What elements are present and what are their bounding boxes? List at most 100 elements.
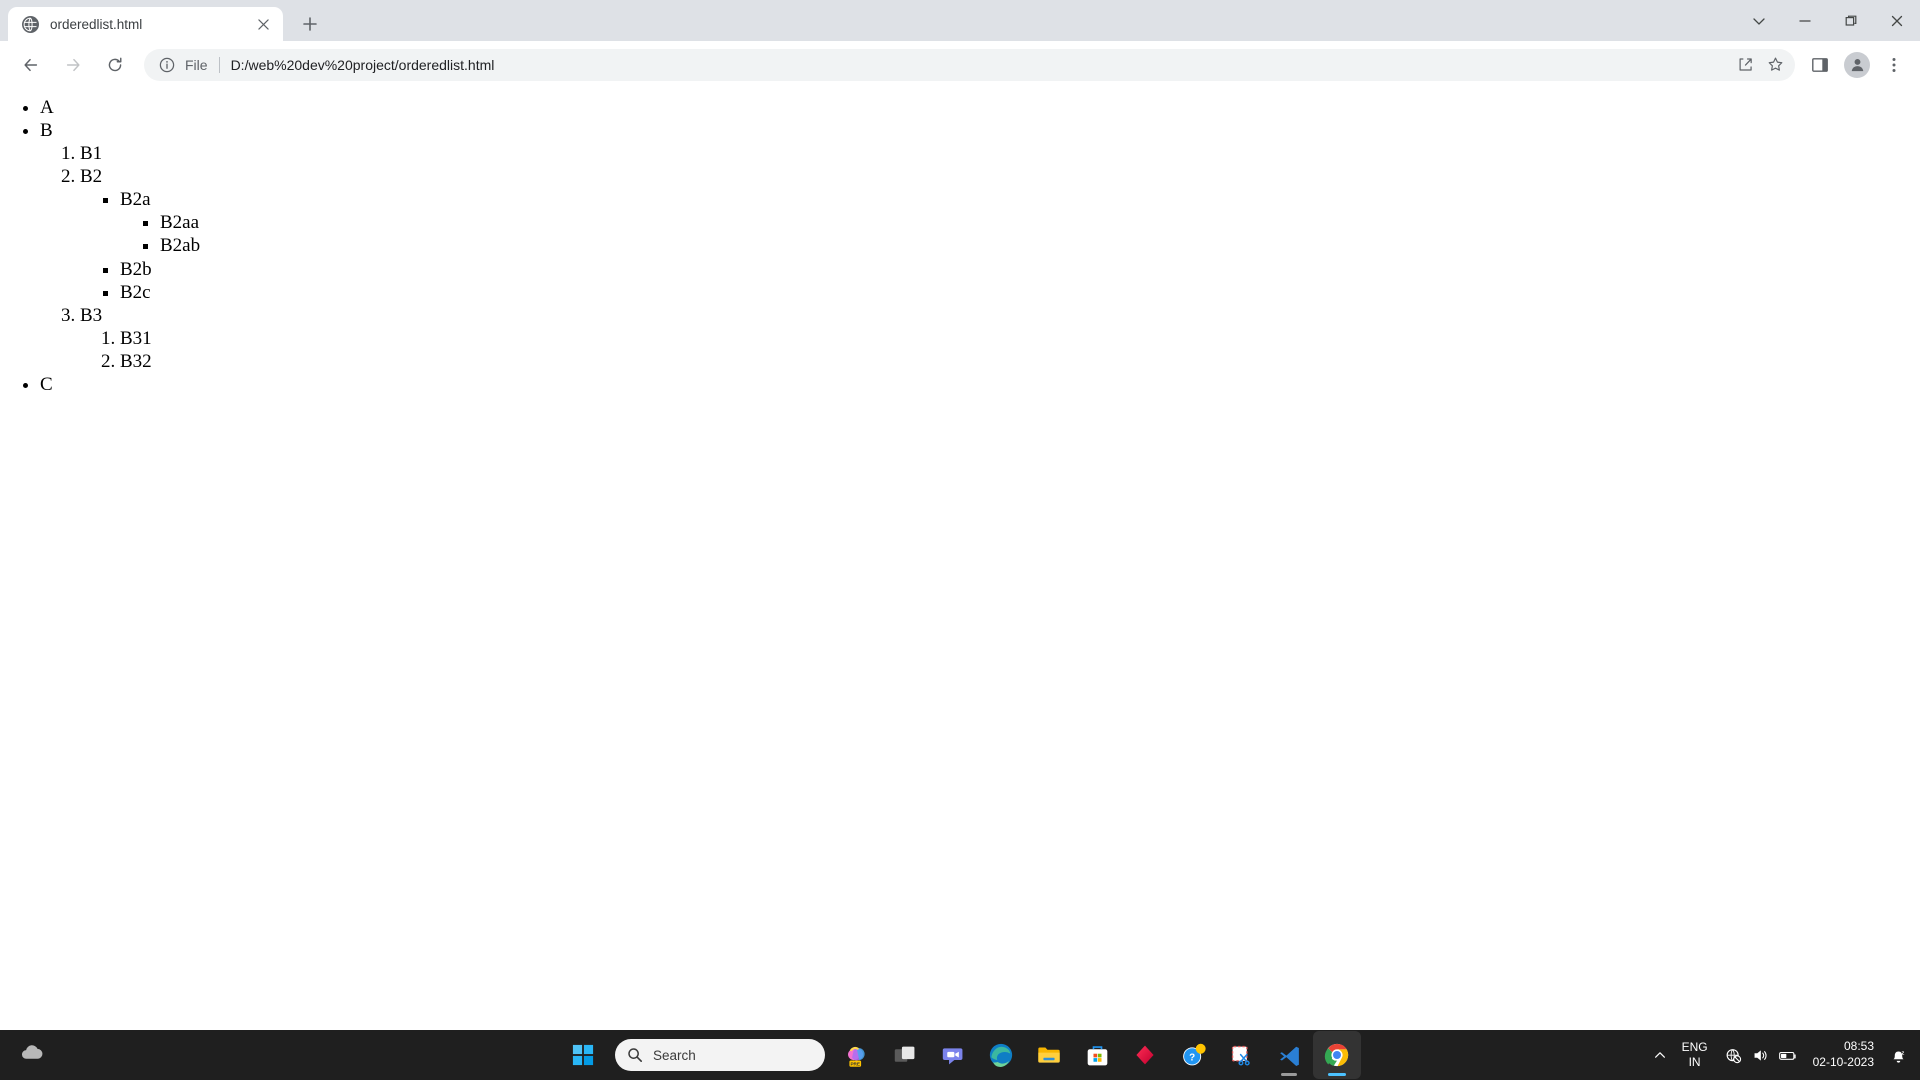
list-item-label: B bbox=[40, 120, 53, 142]
reload-button[interactable] bbox=[98, 48, 132, 82]
back-button[interactable] bbox=[14, 48, 48, 82]
chevron-down-icon bbox=[1753, 17, 1765, 25]
close-icon[interactable] bbox=[253, 14, 273, 34]
weather-icon[interactable] bbox=[10, 1033, 54, 1077]
star-icon[interactable] bbox=[1761, 51, 1789, 79]
url-scheme-label: File bbox=[185, 56, 208, 73]
taskbar-app-edge[interactable] bbox=[977, 1031, 1025, 1079]
chevron-up-icon bbox=[1654, 1052, 1665, 1058]
restore-icon bbox=[1845, 15, 1857, 26]
minimize-icon bbox=[1799, 19, 1811, 22]
forward-button[interactable] bbox=[56, 48, 90, 82]
tray-overflow-button[interactable] bbox=[1647, 1035, 1673, 1075]
tray-quick-settings[interactable] bbox=[1717, 1039, 1805, 1071]
list-item: B1 bbox=[80, 142, 1920, 165]
address-bar[interactable]: File D:/web%20dev%20project/orderedlist.… bbox=[144, 48, 1795, 81]
task-view-icon bbox=[894, 1046, 914, 1062]
nested-unordered-list: B2aa B2ab bbox=[120, 211, 1920, 257]
taskbar-app-snipping-tool[interactable] bbox=[1217, 1031, 1265, 1079]
search-tabs-button[interactable] bbox=[1736, 0, 1782, 41]
list-item: B3 B31 B32 bbox=[80, 304, 1920, 373]
side-panel-icon bbox=[1812, 57, 1828, 72]
app-running-indicator bbox=[1281, 1073, 1297, 1076]
edge-icon bbox=[989, 1043, 1013, 1067]
info-circle-icon[interactable] bbox=[158, 56, 176, 74]
taskbar-app-adobe[interactable] bbox=[1121, 1031, 1169, 1079]
tab-strip: orderedlist.html bbox=[0, 0, 1920, 41]
window-controls bbox=[1736, 0, 1920, 41]
copilot-preview-icon: PRE bbox=[847, 1046, 865, 1067]
taskbar-app-teams[interactable] bbox=[929, 1031, 977, 1079]
clock[interactable]: 08:53 02-10-2023 bbox=[1805, 1039, 1884, 1071]
globe-blocked-icon[interactable] bbox=[1721, 1039, 1747, 1071]
omnibox-divider bbox=[218, 56, 220, 73]
person-icon bbox=[1851, 59, 1863, 72]
teams-icon bbox=[942, 1047, 962, 1064]
file-explorer-icon bbox=[1038, 1047, 1060, 1063]
vs-code-icon bbox=[1279, 1046, 1299, 1066]
list-item-label: B3 bbox=[80, 304, 103, 326]
svg-text:z: z bbox=[1901, 1050, 1904, 1056]
taskbar-left bbox=[10, 1033, 54, 1077]
minimize-button[interactable] bbox=[1782, 0, 1828, 41]
taskbar-app-file-explorer[interactable] bbox=[1025, 1031, 1073, 1079]
start-button[interactable] bbox=[559, 1031, 607, 1079]
close-icon bbox=[1891, 15, 1903, 26]
list-item: B B1 B2 B2a B2aa B2ab bbox=[40, 119, 1920, 373]
list-item: B31 bbox=[120, 327, 1920, 350]
battery-icon[interactable] bbox=[1775, 1039, 1801, 1071]
list-item: C bbox=[40, 373, 1920, 396]
close-window-button[interactable] bbox=[1874, 0, 1920, 41]
taskbar-search[interactable]: Search bbox=[615, 1039, 825, 1071]
microsoft-store-icon bbox=[1087, 1045, 1107, 1065]
profile-button[interactable] bbox=[1841, 49, 1873, 81]
tab-orderedlist[interactable]: orderedlist.html bbox=[8, 7, 283, 41]
omnibox-actions bbox=[1731, 49, 1789, 81]
taskbar-app-vs-code[interactable] bbox=[1265, 1031, 1313, 1079]
taskbar-app-microsoft-store[interactable] bbox=[1073, 1031, 1121, 1079]
chrome-menu-button[interactable] bbox=[1878, 49, 1910, 81]
clock-date: 02-10-2023 bbox=[1812, 1055, 1874, 1069]
root-list: A B B1 B2 B2a B2aa B2ab bbox=[0, 88, 1920, 396]
side-panel-button[interactable] bbox=[1804, 49, 1836, 81]
avatar bbox=[1844, 51, 1870, 78]
svg-text:PRE: PRE bbox=[850, 1061, 860, 1066]
list-item: B2a B2aa B2ab bbox=[120, 188, 1920, 257]
page-viewport: A B B1 B2 B2a B2aa B2ab bbox=[0, 88, 1920, 1030]
language-line-2: IN bbox=[1688, 1055, 1701, 1069]
maximize-button[interactable] bbox=[1828, 0, 1874, 41]
nested-unordered-list: B2a B2aa B2ab B2b B2c bbox=[80, 188, 1920, 303]
svg-text:?: ? bbox=[1189, 1052, 1195, 1063]
list-item: B2c bbox=[120, 281, 1920, 304]
tab-title: orderedlist.html bbox=[50, 16, 143, 32]
new-tab-button[interactable] bbox=[296, 10, 324, 38]
search-icon bbox=[628, 1048, 642, 1062]
url-text: D:/web%20dev%20project/orderedlist.html bbox=[230, 56, 495, 73]
browser-window: orderedlist.html File D:/web%20dev%20pro… bbox=[0, 0, 1920, 1030]
taskbar-app-google-chrome[interactable] bbox=[1313, 1031, 1361, 1079]
reload-icon bbox=[108, 57, 122, 71]
get-help-icon: ? bbox=[1182, 1043, 1206, 1065]
browser-toolbar: File D:/web%20dev%20project/orderedlist.… bbox=[0, 41, 1920, 88]
windows-start-icon bbox=[572, 1044, 594, 1066]
language-indicator[interactable]: ENG IN bbox=[1673, 1040, 1717, 1071]
taskbar-app-get-help[interactable]: ? bbox=[1169, 1031, 1217, 1079]
clock-time: 08:53 bbox=[1843, 1039, 1874, 1054]
snipping-tool-icon bbox=[1231, 1045, 1250, 1065]
notification-bell-icon[interactable]: z bbox=[1884, 1035, 1912, 1075]
list-item: A bbox=[40, 96, 1920, 119]
plus-icon bbox=[303, 17, 317, 31]
search-placeholder: Search bbox=[653, 1047, 696, 1063]
system-tray: ENG IN 08:53 02-10-2023 z bbox=[1647, 1035, 1912, 1075]
taskbar-app-task-view[interactable] bbox=[881, 1031, 929, 1079]
nested-ordered-list: B31 B32 bbox=[80, 327, 1920, 373]
arrow-left-icon bbox=[24, 58, 38, 71]
list-item: B32 bbox=[120, 350, 1920, 373]
windows-taskbar: Search PRE ? ENG IN 08:53 02-10-2023 z bbox=[0, 1030, 1920, 1080]
taskbar-app-copilot-preview[interactable]: PRE bbox=[833, 1031, 881, 1079]
speaker-icon[interactable] bbox=[1748, 1039, 1774, 1071]
share-icon[interactable] bbox=[1731, 51, 1759, 79]
list-item-label: B2 bbox=[80, 166, 103, 188]
language-line-1: ENG bbox=[1681, 1039, 1708, 1054]
globe-icon bbox=[22, 15, 39, 33]
